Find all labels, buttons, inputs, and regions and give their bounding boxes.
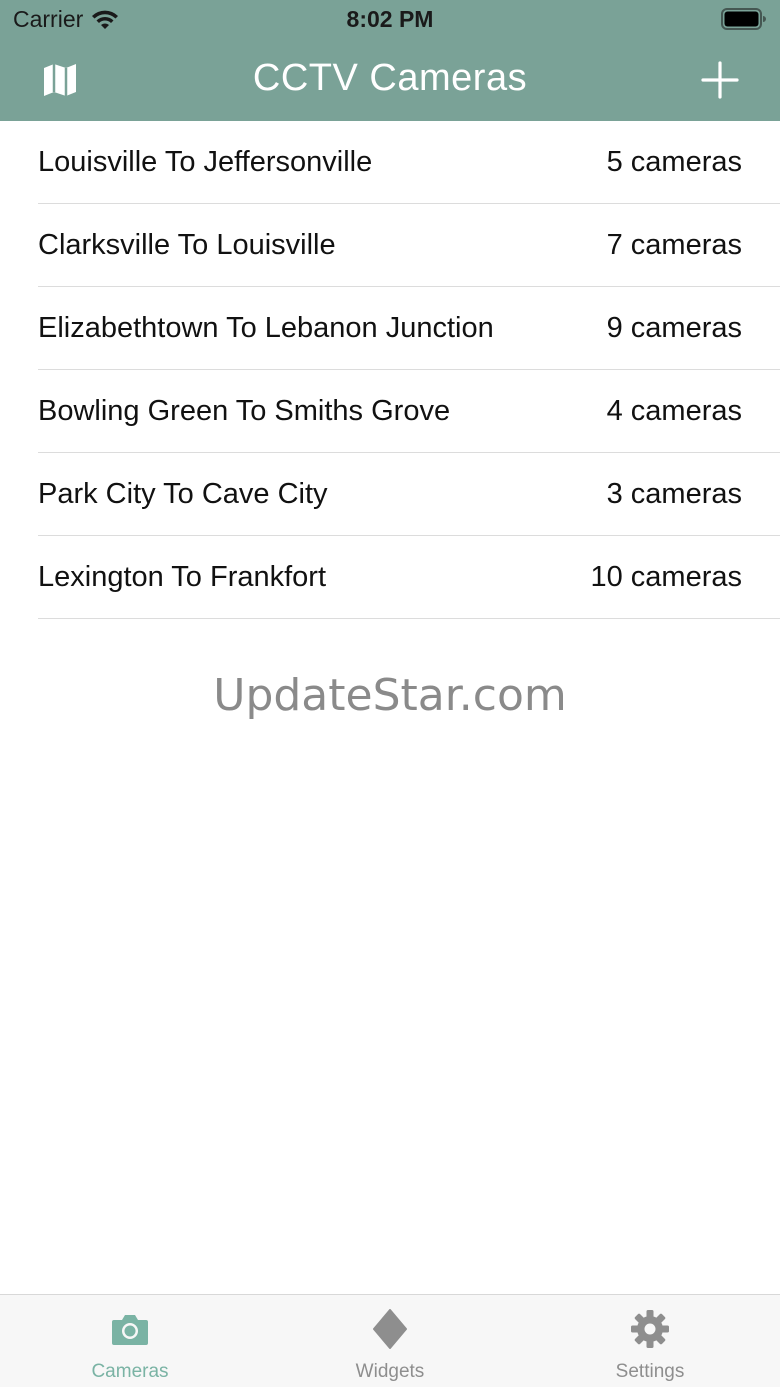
camera-count: 9 cameras: [606, 311, 742, 344]
screen: Carrier 8:02 PM CCTV Cameras Louisville …: [0, 0, 780, 1387]
diamond-icon: [373, 1309, 407, 1349]
route-title: Clarksville To Louisville: [38, 228, 336, 261]
tab-settings[interactable]: Settings: [550, 1295, 750, 1387]
route-title: Bowling Green To Smiths Grove: [38, 394, 451, 427]
camera-count: 10 cameras: [590, 560, 742, 593]
page-title: CCTV Cameras: [252, 57, 528, 99]
route-title: Lexington To Frankfort: [38, 560, 327, 593]
camera-count: 5 cameras: [606, 145, 742, 178]
status-bar: Carrier 8:02 PM: [0, 0, 780, 40]
tab-bar: Cameras Widgets Settings: [0, 1294, 780, 1387]
gear-icon: [631, 1310, 669, 1348]
list-item[interactable]: Louisville To Jeffersonville 5 cameras: [38, 121, 780, 204]
plus-icon[interactable]: [700, 60, 740, 100]
list-item[interactable]: Bowling Green To Smiths Grove 4 cameras: [38, 370, 780, 453]
route-title: Park City To Cave City: [38, 477, 328, 510]
battery-icon: [721, 8, 766, 30]
camera-count: 3 cameras: [606, 477, 742, 510]
route-title: Louisville To Jeffersonville: [38, 145, 373, 178]
camera-route-list: Louisville To Jeffersonville 5 cameras C…: [0, 121, 780, 619]
status-time: 8:02 PM: [346, 6, 434, 32]
tab-widgets[interactable]: Widgets: [290, 1295, 490, 1387]
camera-count: 4 cameras: [606, 394, 742, 427]
tab-label: Widgets: [355, 1361, 425, 1382]
camera-count: 7 cameras: [606, 228, 742, 261]
tab-cameras[interactable]: Cameras: [30, 1295, 230, 1387]
route-title: Elizabethtown To Lebanon Junction: [38, 311, 494, 344]
list-item[interactable]: Lexington To Frankfort 10 cameras: [38, 536, 780, 619]
tab-label: Settings: [615, 1361, 685, 1382]
list-item[interactable]: Park City To Cave City 3 cameras: [38, 453, 780, 536]
navigation-bar: CCTV Cameras: [0, 40, 780, 121]
camera-icon: [112, 1315, 148, 1345]
list-item[interactable]: Elizabethtown To Lebanon Junction 9 came…: [38, 287, 780, 370]
tab-label: Cameras: [91, 1361, 169, 1382]
list-item[interactable]: Clarksville To Louisville 7 cameras: [38, 204, 780, 287]
header: Carrier 8:02 PM CCTV Cameras: [0, 0, 780, 121]
watermark: UpdateStar.com: [213, 670, 567, 721]
